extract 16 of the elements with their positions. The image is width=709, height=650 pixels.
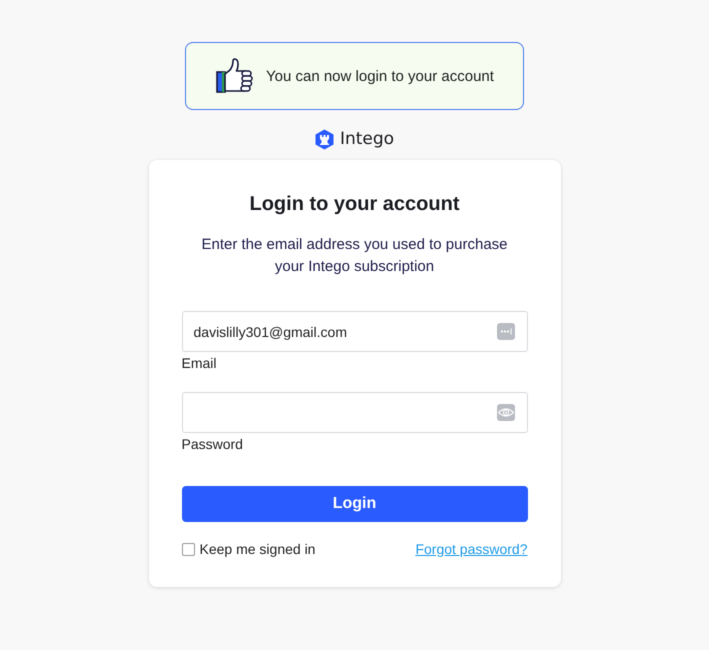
email-field[interactable]: davislilly301@gmail.com xyxy=(182,311,528,352)
remember-label: Keep me signed in xyxy=(200,541,316,557)
banner-message: You can now login to your account xyxy=(266,68,494,84)
brand-name: Intego xyxy=(340,129,394,149)
password-field[interactable] xyxy=(182,392,528,433)
remember-checkbox[interactable] xyxy=(182,542,194,556)
card-title: Login to your account xyxy=(248,192,460,216)
field-label: Email xyxy=(182,354,217,373)
login-button[interactable]: Login xyxy=(182,486,528,522)
forgot-password-link[interactable]: Forgot password? xyxy=(415,541,528,557)
card-subtitle: Enter the email address you used to purchase your Intego subscription xyxy=(200,235,508,277)
field-label: Password xyxy=(182,435,243,454)
eye-icon[interactable] xyxy=(496,404,514,421)
thumbs-up-icon xyxy=(216,58,253,94)
dots-icon[interactable] xyxy=(496,323,514,340)
shield-logo-icon xyxy=(314,128,334,150)
